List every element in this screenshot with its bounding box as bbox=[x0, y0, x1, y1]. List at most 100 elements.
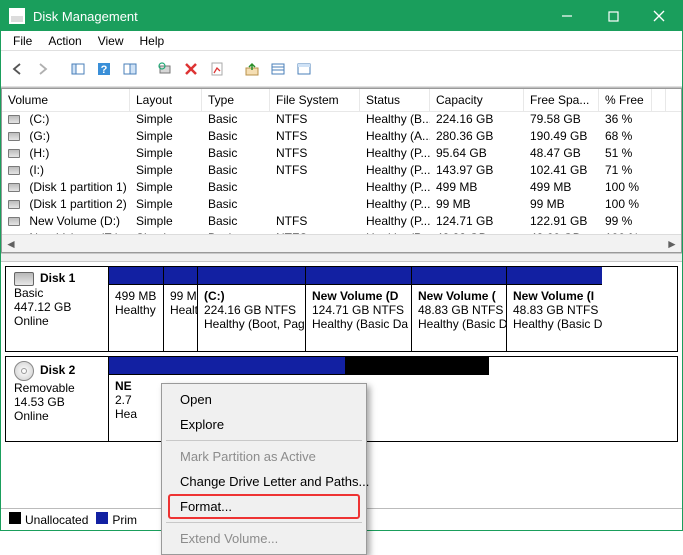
disk1-size: 447.12 GB bbox=[14, 300, 100, 314]
refresh-button[interactable] bbox=[153, 57, 177, 81]
partition-size: 48.83 GB NTFS bbox=[513, 303, 596, 317]
volume-row[interactable]: (H:)SimpleBasicNTFSHealthy (P...95.64 GB… bbox=[2, 146, 681, 163]
ctx-explore[interactable]: Explore bbox=[162, 412, 366, 437]
disk2-status: Online bbox=[14, 409, 100, 423]
disk2-size: 14.53 GB bbox=[14, 395, 100, 409]
properties-button[interactable] bbox=[205, 57, 229, 81]
disk2-type: Removable bbox=[14, 381, 100, 395]
scroll-right-button[interactable]: ► bbox=[663, 235, 681, 253]
show-hide-tree-button[interactable] bbox=[66, 57, 90, 81]
partition-size: 499 MB bbox=[115, 289, 157, 303]
col-type[interactable]: Type bbox=[202, 89, 270, 111]
partition-cap bbox=[109, 267, 163, 285]
ctx-extend-volume: Extend Volume... bbox=[162, 526, 366, 551]
minimize-button[interactable] bbox=[544, 1, 590, 31]
partition-cap bbox=[306, 267, 411, 285]
disk1-type: Basic bbox=[14, 286, 100, 300]
col-free[interactable]: Free Spa... bbox=[524, 89, 599, 111]
ctx-separator bbox=[166, 440, 362, 441]
col-spacer bbox=[652, 89, 666, 111]
ctx-separator bbox=[166, 522, 362, 523]
disk1-partition[interactable]: New Volume (48.83 GB NTFSHealthy (Basic … bbox=[412, 267, 507, 351]
partition-size: 48.83 GB NTFS bbox=[418, 303, 500, 317]
partition-detail: Healthy (Basic D bbox=[513, 317, 596, 331]
disk1-status: Online bbox=[14, 314, 100, 328]
graphical-view-button[interactable] bbox=[292, 57, 316, 81]
disk1-partition[interactable]: New Volume (D124.71 GB NTFSHealthy (Basi… bbox=[306, 267, 412, 351]
volume-icon bbox=[8, 183, 20, 192]
volume-row[interactable]: New Volume (D:)SimpleBasicNTFSHealthy (P… bbox=[2, 214, 681, 231]
ctx-open[interactable]: Open bbox=[162, 387, 366, 412]
disk1-info[interactable]: Disk 1 Basic 447.12 GB Online bbox=[6, 267, 109, 351]
volume-row[interactable]: (G:)SimpleBasicNTFSHealthy (A...280.36 G… bbox=[2, 129, 681, 146]
partition-body: New Volume (I48.83 GB NTFSHealthy (Basic… bbox=[507, 285, 602, 351]
partition-body: New Volume (48.83 GB NTFSHealthy (Basic … bbox=[412, 285, 506, 351]
volume-row[interactable]: (C:)SimpleBasicNTFSHealthy (B...224.16 G… bbox=[2, 112, 681, 129]
partition-detail: Healthy (Basic Da bbox=[312, 317, 405, 331]
delete-button[interactable] bbox=[179, 57, 203, 81]
volume-icon bbox=[8, 132, 20, 141]
upload-button[interactable] bbox=[240, 57, 264, 81]
partition-body: (C:)224.16 GB NTFSHealthy (Boot, Pag bbox=[198, 285, 305, 351]
disk1-partition[interactable]: (C:)224.16 GB NTFSHealthy (Boot, Pag bbox=[198, 267, 306, 351]
settings-view-button[interactable] bbox=[118, 57, 142, 81]
disk1-partitions: 499 MBHealthy99 MHealt(C:)224.16 GB NTFS… bbox=[109, 267, 677, 351]
legend-unallocated: Unallocated bbox=[9, 512, 88, 527]
partition-cap bbox=[164, 267, 197, 285]
disk1-partition[interactable]: 499 MBHealthy bbox=[109, 267, 164, 351]
help-button[interactable]: ? bbox=[92, 57, 116, 81]
volume-icon bbox=[8, 115, 20, 124]
col-pctfree[interactable]: % Free bbox=[599, 89, 652, 111]
partition-body: 499 MBHealthy bbox=[109, 285, 163, 351]
partition-name: (C:) bbox=[204, 289, 299, 303]
ctx-format-highlight: Format... bbox=[168, 494, 360, 519]
volume-row[interactable]: (Disk 1 partition 1)SimpleBasicHealthy (… bbox=[2, 180, 681, 197]
ctx-mark-active: Mark Partition as Active bbox=[162, 444, 366, 469]
disk1-partition[interactable]: New Volume (I48.83 GB NTFSHealthy (Basic… bbox=[507, 267, 602, 351]
titlebar[interactable]: Disk Management bbox=[1, 1, 682, 31]
menubar: File Action View Help bbox=[1, 31, 682, 51]
menu-help[interactable]: Help bbox=[132, 34, 173, 48]
volume-list-header[interactable]: Volume Layout Type File System Status Ca… bbox=[2, 89, 681, 112]
partition-detail: Hea bbox=[115, 407, 148, 421]
col-filesystem[interactable]: File System bbox=[270, 89, 360, 111]
partition-size: 2.7 bbox=[115, 393, 148, 407]
ctx-change-letter[interactable]: Change Drive Letter and Paths... bbox=[162, 469, 366, 494]
partition-size: 224.16 GB NTFS bbox=[204, 303, 299, 317]
col-capacity[interactable]: Capacity bbox=[430, 89, 524, 111]
list-view-button[interactable] bbox=[266, 57, 290, 81]
menu-view[interactable]: View bbox=[90, 34, 132, 48]
disk-row-disk1: Disk 1 Basic 447.12 GB Online 499 MBHeal… bbox=[5, 266, 678, 352]
partition-body: 99 MHealt bbox=[164, 285, 197, 351]
volume-list: Volume Layout Type File System Status Ca… bbox=[1, 88, 682, 253]
horizontal-scrollbar[interactable]: ◄ ► bbox=[2, 234, 681, 252]
close-button[interactable] bbox=[636, 1, 682, 31]
disk-management-window: Disk Management File Action View Help ? bbox=[0, 0, 683, 531]
partition-detail: Healthy bbox=[115, 303, 157, 317]
ctx-format[interactable]: Format... bbox=[180, 499, 348, 514]
partition-body: NE 2.7 Hea bbox=[109, 375, 154, 441]
back-button[interactable] bbox=[5, 57, 29, 81]
partition-name: New Volume (I bbox=[513, 289, 596, 303]
partition-cap bbox=[507, 267, 602, 285]
maximize-button[interactable] bbox=[590, 1, 636, 31]
col-volume[interactable]: Volume bbox=[2, 89, 130, 111]
menu-action[interactable]: Action bbox=[40, 34, 89, 48]
volume-row[interactable]: (I:)SimpleBasicNTFSHealthy (P...143.97 G… bbox=[2, 163, 681, 180]
volume-list-body[interactable]: (C:)SimpleBasicNTFSHealthy (B...224.16 G… bbox=[2, 112, 681, 234]
volume-row[interactable]: (Disk 1 partition 2)SimpleBasicHealthy (… bbox=[2, 197, 681, 214]
scroll-left-button[interactable]: ◄ bbox=[2, 235, 20, 253]
disk1-partition[interactable]: 99 MHealt bbox=[164, 267, 198, 351]
partition-name: New Volume ( bbox=[418, 289, 500, 303]
disk2-info[interactable]: Disk 2 Removable 14.53 GB Online bbox=[6, 357, 109, 441]
col-layout[interactable]: Layout bbox=[130, 89, 202, 111]
partition-cap bbox=[109, 357, 489, 375]
toolbar: ? bbox=[1, 51, 682, 87]
partition-size: 99 M bbox=[170, 289, 191, 303]
forward-button[interactable] bbox=[31, 57, 55, 81]
col-status[interactable]: Status bbox=[360, 89, 430, 111]
menu-file[interactable]: File bbox=[5, 34, 40, 48]
pane-splitter[interactable] bbox=[1, 253, 682, 262]
svg-text:?: ? bbox=[101, 64, 108, 76]
legend-primary: Prim bbox=[96, 512, 137, 527]
